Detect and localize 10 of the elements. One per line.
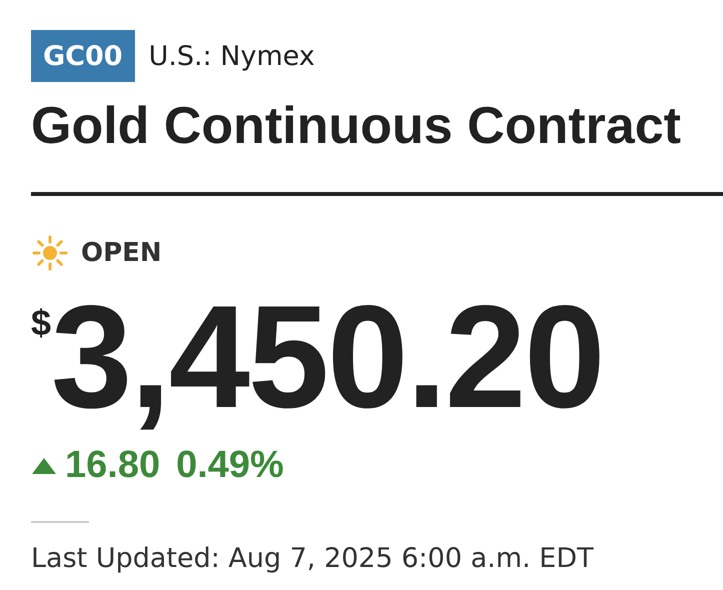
change-percent: 0.49% (176, 444, 284, 487)
currency-symbol: $ (31, 302, 52, 344)
exchange-name: U.S.: Nymex (148, 40, 315, 72)
price: 3,450.20 (51, 284, 604, 430)
last-updated: Last Updated: Aug 7, 2025 6:00 a.m. EDT (31, 543, 595, 574)
instrument-title: Gold Continuous Contract (31, 96, 682, 156)
market-status: OPEN (81, 238, 162, 268)
ticker-symbol: GC00 (31, 30, 135, 82)
sun-icon (31, 234, 69, 272)
change-amount: 16.80 (65, 444, 160, 487)
